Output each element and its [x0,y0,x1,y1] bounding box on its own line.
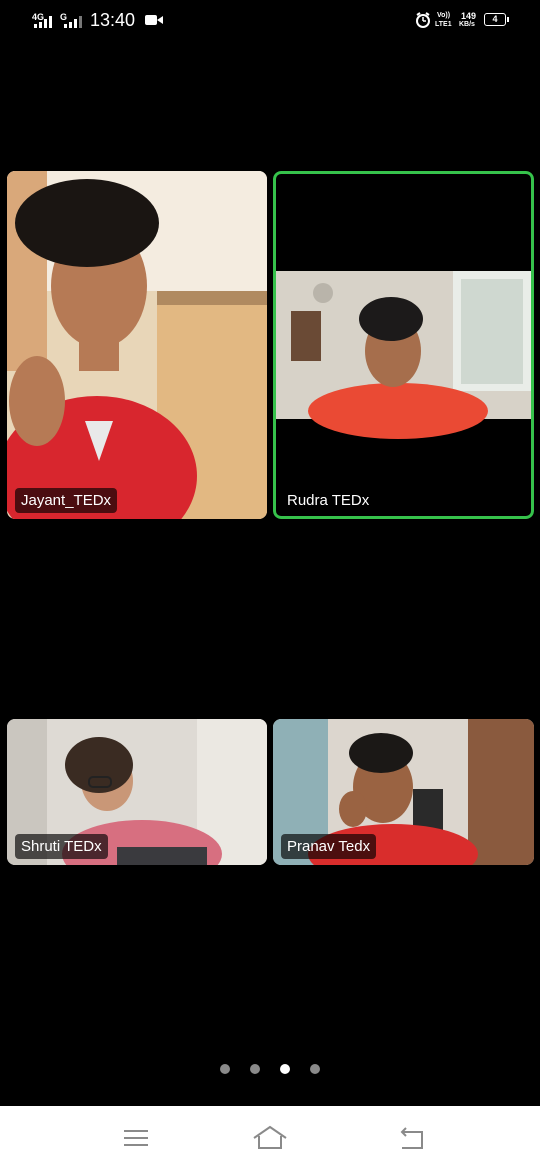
participant-name-shruti: Shruti TEDx [15,834,108,859]
page-dot-4[interactable] [310,1064,320,1074]
battery-level: 4 [492,14,498,24]
signal-icon-2 [64,14,82,28]
video-tile-rudra[interactable]: Rudra TEDx [273,171,534,519]
page-dot-2[interactable] [250,1064,260,1074]
home-button[interactable] [250,1122,290,1154]
menu-icon [124,1130,148,1146]
speed-unit: KB/s [459,21,475,28]
page-indicator [0,1064,540,1076]
page-dot-3-active[interactable] [280,1064,290,1074]
participant-video-jayant [7,171,267,519]
back-icon [400,1127,423,1149]
video-tile-jayant[interactable]: Jayant_TEDx [7,171,267,519]
menu-button[interactable] [116,1122,156,1154]
participant-name-pranav: Pranav Tedx [281,834,377,859]
participant-name-rudra: Rudra TEDx [281,488,376,513]
page-dot-1[interactable] [220,1064,230,1074]
clock-time: 13:40 [90,10,136,30]
status-bar: 4G G 13:40 Vo)) LTE1 149 KB/s 4 [0,0,540,42]
back-button[interactable] [392,1122,432,1154]
participant-video-rudra [273,171,534,519]
video-tile-shruti[interactable]: Shruti TEDx [7,719,267,865]
lte-label: LTE1 [435,21,452,28]
video-camera-icon [145,15,163,25]
alarm-icon [416,12,430,28]
participant-name-jayant: Jayant_TEDx [15,488,118,513]
video-tile-pranav[interactable]: Pranav Tedx [273,719,534,865]
battery-icon: 4 [484,13,509,26]
home-icon [253,1125,287,1149]
system-nav-bar [0,1106,540,1170]
speed-value: 149 [461,11,477,21]
signal-icon [34,14,52,28]
volte-label: Vo)) [437,12,451,19]
